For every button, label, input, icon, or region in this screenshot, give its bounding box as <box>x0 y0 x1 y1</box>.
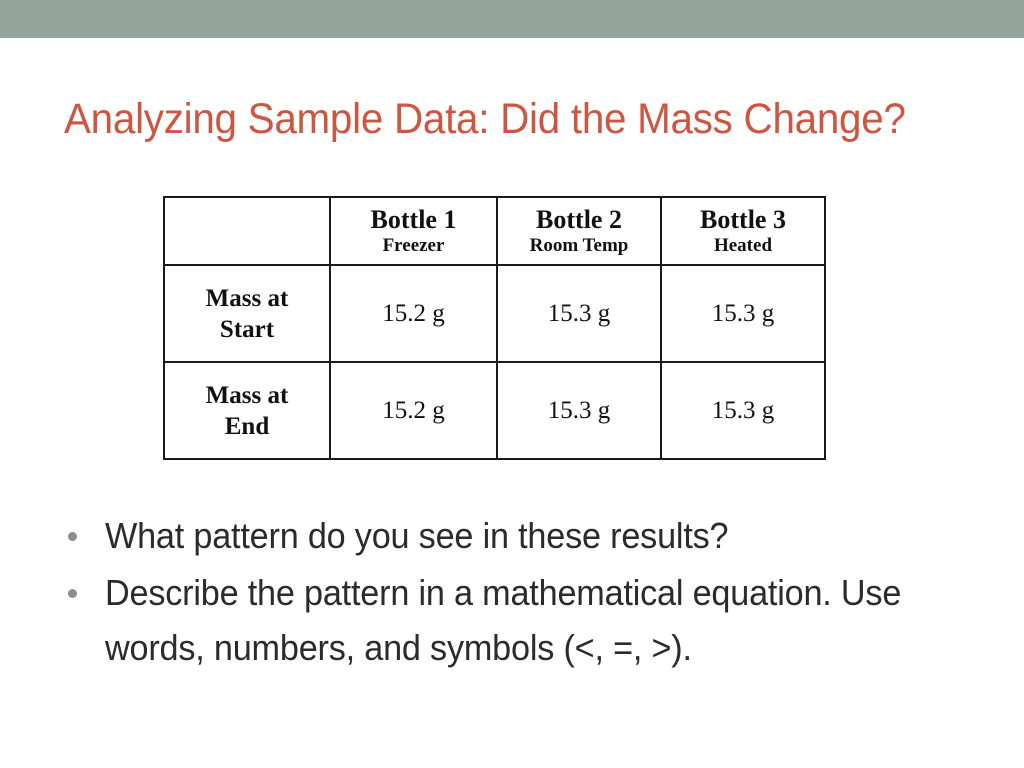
table-corner-cell <box>163 196 331 266</box>
cell-value: 15.3 g <box>711 299 775 327</box>
cell-value: 15.3 g <box>547 299 611 327</box>
column-title-bottle-1: Bottle 1 <box>370 205 457 234</box>
cell-end-bottle-3: 15.3 g <box>660 361 826 460</box>
list-item: What pattern do you see in these results… <box>60 508 960 563</box>
table-header-cell-bottle-3: Bottle 3 Heated <box>660 196 826 266</box>
cell-value: 15.3 g <box>547 396 611 424</box>
table-row: Mass at End 15.2 g 15.3 g 15.3 g <box>163 361 826 460</box>
table-header-cell-bottle-1: Bottle 1 Freezer <box>329 196 498 266</box>
row-header-mass-at-start: Mass at Start <box>163 264 331 363</box>
row-label-line-2: End <box>224 412 270 440</box>
cell-end-bottle-2: 15.3 g <box>496 361 662 460</box>
top-accent-band <box>0 0 1024 38</box>
column-subtitle-bottle-1: Freezer <box>382 235 445 256</box>
row-header-mass-at-end: Mass at End <box>163 361 331 460</box>
bullet-text: Describe the pattern in a mathematical e… <box>105 572 902 668</box>
row-label-line-1: Mass at <box>205 284 289 312</box>
bullet-dot-icon <box>68 589 77 598</box>
table-header-cell-bottle-2: Bottle 2 Room Temp <box>496 196 662 266</box>
column-title-bottle-2: Bottle 2 <box>536 205 622 234</box>
cell-start-bottle-1: 15.2 g <box>329 264 498 363</box>
bullet-dot-icon <box>68 532 77 541</box>
column-subtitle-bottle-3: Heated <box>713 235 773 256</box>
question-bullet-list: What pattern do you see in these results… <box>60 508 960 677</box>
row-label-line-1: Mass at <box>205 381 289 409</box>
column-title-bottle-3: Bottle 3 <box>700 205 786 234</box>
cell-start-bottle-3: 15.3 g <box>660 264 826 363</box>
cell-start-bottle-2: 15.3 g <box>496 264 662 363</box>
cell-end-bottle-1: 15.2 g <box>329 361 498 460</box>
cell-value: 15.3 g <box>711 396 775 424</box>
list-item: Describe the pattern in a mathematical e… <box>60 565 960 675</box>
cell-value: 15.2 g <box>382 299 445 327</box>
page-title: Analyzing Sample Data: Did the Mass Chan… <box>64 95 906 143</box>
bullet-text: What pattern do you see in these results… <box>105 515 729 556</box>
column-subtitle-bottle-2: Room Temp <box>529 235 629 256</box>
cell-value: 15.2 g <box>382 396 445 424</box>
row-label-line-2: Start <box>219 315 275 343</box>
mass-data-table: Bottle 1 Freezer Bottle 2 Room Temp Bott… <box>163 196 826 460</box>
table-row: Mass at Start 15.2 g 15.3 g 15.3 g <box>163 264 826 363</box>
table-header-row: Bottle 1 Freezer Bottle 2 Room Temp Bott… <box>163 196 826 266</box>
